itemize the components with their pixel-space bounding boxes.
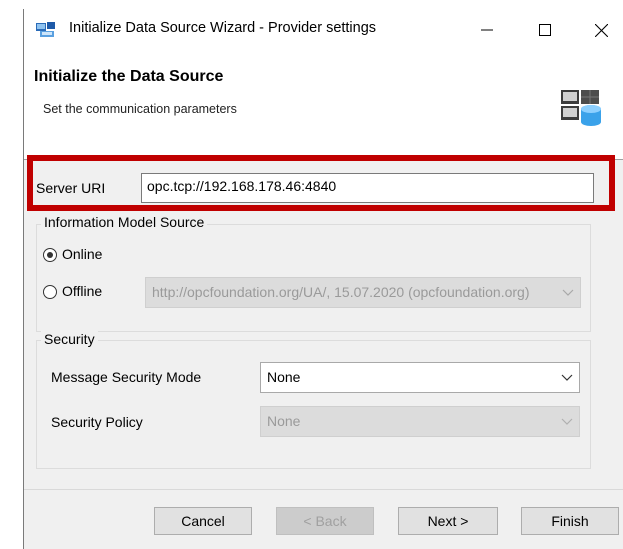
info-model-legend: Information Model Source	[41, 214, 208, 230]
close-button[interactable]	[578, 9, 623, 51]
minimize-button[interactable]	[464, 9, 510, 51]
offline-label[interactable]: Offline	[62, 283, 102, 299]
wizard-window: Initialize Data Source Wizard - Provider…	[23, 9, 623, 549]
footer-divider	[24, 489, 623, 490]
header-title: Initialize the Data Source	[34, 68, 224, 85]
data-source-icon	[561, 90, 601, 126]
offline-radio[interactable]	[43, 285, 57, 299]
offline-model-dropdown[interactable]: http://opcfoundation.org/UA/, 15.07.2020…	[145, 277, 581, 308]
chevron-down-icon	[562, 289, 574, 296]
security-mode-label: Message Security Mode	[51, 369, 202, 385]
wizard-header: Initialize the Data Source Set the commu…	[24, 51, 623, 160]
maximize-icon	[539, 24, 551, 36]
security-policy-label: Security Policy	[51, 414, 143, 430]
finish-button[interactable]: Finish	[521, 507, 619, 535]
server-uri-label: Server URI	[36, 180, 106, 196]
security-group	[36, 340, 591, 469]
chevron-down-icon	[561, 374, 573, 381]
cancel-button[interactable]: Cancel	[154, 507, 252, 535]
online-label[interactable]: Online	[62, 246, 102, 262]
minimize-icon	[481, 29, 493, 31]
online-radio[interactable]	[43, 248, 57, 262]
security-mode-value: None	[267, 369, 301, 385]
window-title: Initialize Data Source Wizard - Provider…	[69, 20, 377, 36]
back-button[interactable]: < Back	[276, 507, 374, 535]
security-policy-dropdown[interactable]: None	[260, 406, 580, 437]
header-subtitle: Set the communication parameters	[43, 102, 237, 116]
app-icon	[36, 22, 55, 37]
offline-model-value: http://opcfoundation.org/UA/, 15.07.2020…	[152, 284, 530, 300]
maximize-button[interactable]	[522, 9, 568, 51]
next-button[interactable]: Next >	[398, 507, 498, 535]
security-mode-dropdown[interactable]: None	[260, 362, 580, 393]
server-uri-input[interactable]: opc.tcp://192.168.178.46:4840	[141, 173, 594, 203]
close-icon	[594, 23, 608, 37]
security-policy-value: None	[267, 413, 301, 429]
security-legend: Security	[41, 331, 98, 347]
chevron-down-icon	[561, 418, 573, 425]
title-bar: Initialize Data Source Wizard - Provider…	[24, 9, 623, 51]
